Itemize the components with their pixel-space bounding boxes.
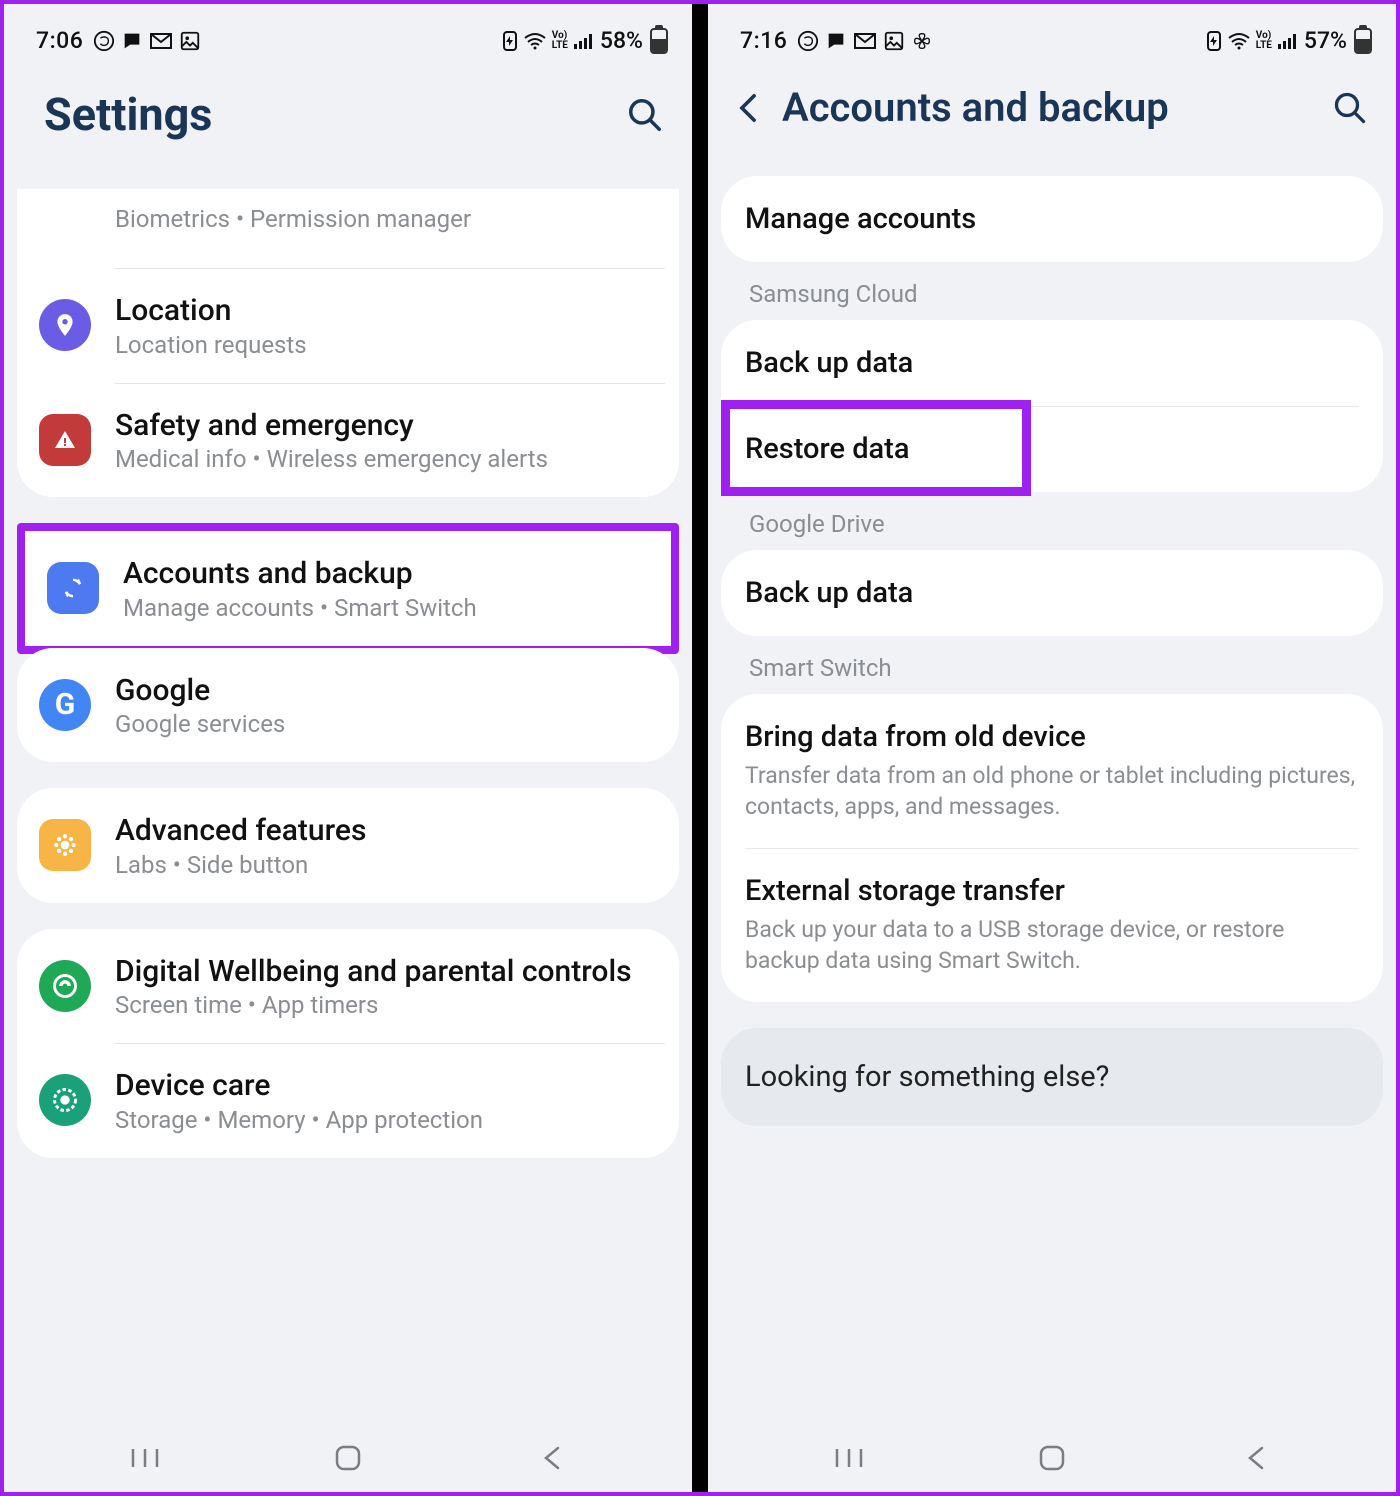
list-item-subtitle: Google services xyxy=(115,710,657,738)
highlight-accounts-backup: Accounts and backup Manage accounts • Sm… xyxy=(17,523,679,654)
wellbeing-icon xyxy=(39,960,91,1012)
page-title: Accounts and backup xyxy=(782,84,1169,131)
list-item-subtitle: Labs • Side button xyxy=(115,851,657,879)
status-time: 7:16 xyxy=(740,27,787,54)
settings-accounts-backup-row[interactable]: Accounts and backup Manage accounts • Sm… xyxy=(25,531,671,646)
android-nav-bar xyxy=(708,1424,1396,1492)
list-item-title: Digital Wellbeing and parental controls xyxy=(115,953,657,991)
bring-data-title: Bring data from old device xyxy=(745,720,1359,754)
list-item-title: Advanced features xyxy=(115,812,657,850)
settings-advanced-features-row[interactable]: Advanced features Labs • Side button xyxy=(17,788,679,903)
page-title: Settings xyxy=(44,88,212,141)
nav-recent-button[interactable] xyxy=(829,1438,869,1478)
search-button[interactable] xyxy=(1332,90,1368,126)
signal-icon xyxy=(573,32,595,50)
battery-saver-icon xyxy=(1206,30,1222,52)
external-storage-title: External storage transfer xyxy=(745,874,1359,908)
samsung-restore-row[interactable]: Restore data xyxy=(721,406,1383,492)
accounts-backup-screen: 7:16 Vo)LTE 57% Accounts and backup xyxy=(708,4,1396,1492)
settings-device-care-row[interactable]: Device care Storage • Memory • App prote… xyxy=(17,1043,679,1158)
list-item-title: Device care xyxy=(115,1067,657,1105)
battery-icon xyxy=(650,28,668,54)
google-icon: G xyxy=(39,679,91,731)
external-storage-subtitle: Back up your data to a USB storage devic… xyxy=(745,914,1359,976)
volte-icon: Vo)LTE xyxy=(552,31,568,51)
list-item-subtitle: Medical info • Wireless emergency alerts xyxy=(115,445,657,473)
section-samsung-cloud: Samsung Cloud xyxy=(721,262,1383,320)
battery-saver-icon xyxy=(502,30,518,52)
list-item-title: Location xyxy=(115,292,657,330)
list-item-subtitle: Location requests xyxy=(115,331,657,359)
battery-percent: 58% xyxy=(600,27,643,54)
photo-icon xyxy=(179,30,201,52)
nav-back-button[interactable] xyxy=(531,1438,571,1478)
settings-header: Settings xyxy=(4,58,692,189)
restore-data-label: Restore data xyxy=(745,432,909,466)
section-smart-switch: Smart Switch xyxy=(721,636,1383,694)
list-item-subtitle: Biometrics • Permission manager xyxy=(115,205,657,233)
list-item-title: Safety and emergency xyxy=(115,407,657,445)
search-button[interactable] xyxy=(626,96,664,134)
signal-icon xyxy=(1277,32,1299,50)
list-item-subtitle: Screen time • App timers xyxy=(115,991,657,1019)
accounts-backup-header: Accounts and backup xyxy=(708,58,1396,176)
list-item-subtitle: Manage accounts • Smart Switch xyxy=(123,594,649,622)
photo-icon xyxy=(883,30,905,52)
samsung-backup-row[interactable]: Back up data xyxy=(721,320,1383,406)
looking-card[interactable]: Looking for something else? xyxy=(721,1028,1383,1126)
biometrics-row-partial[interactable]: Biometrics • Permission manager xyxy=(17,189,679,268)
list-item-title: Accounts and backup xyxy=(123,555,649,593)
whatsapp-icon xyxy=(797,30,819,52)
location-icon xyxy=(39,299,91,351)
settings-safety-row[interactable]: Safety and emergency Medical info • Wire… xyxy=(17,383,679,498)
android-nav-bar xyxy=(4,1424,692,1492)
wifi-icon xyxy=(1227,32,1251,50)
nav-home-button[interactable] xyxy=(328,1438,368,1478)
manage-accounts-row[interactable]: Manage accounts xyxy=(721,176,1383,262)
list-item-subtitle: Storage • Memory • App protection xyxy=(115,1106,657,1134)
nav-recent-button[interactable] xyxy=(125,1438,165,1478)
volte-icon: Vo)LTE xyxy=(1256,31,1272,51)
device-care-icon xyxy=(39,1074,91,1126)
back-button[interactable] xyxy=(730,90,766,126)
gmail-icon xyxy=(149,32,173,50)
battery-icon xyxy=(1354,28,1372,54)
google-backup-row[interactable]: Back up data xyxy=(721,550,1383,636)
settings-location-row[interactable]: Location Location requests xyxy=(17,268,679,383)
sync-icon xyxy=(47,562,99,614)
fan-icon xyxy=(911,30,933,52)
message-icon xyxy=(825,30,847,52)
status-time: 7:06 xyxy=(36,27,83,54)
alert-icon xyxy=(39,414,91,466)
gear-flower-icon xyxy=(39,819,91,871)
split-divider xyxy=(692,4,708,1492)
list-item-title: Google xyxy=(115,672,657,710)
bring-data-subtitle: Transfer data from an old phone or table… xyxy=(745,760,1359,822)
settings-google-row[interactable]: G Google Google services xyxy=(17,648,679,763)
settings-wellbeing-row[interactable]: Digital Wellbeing and parental controls … xyxy=(17,929,679,1044)
wifi-icon xyxy=(523,32,547,50)
bring-data-row[interactable]: Bring data from old device Transfer data… xyxy=(721,694,1383,848)
settings-screen: 7:06 Vo)LTE 58% Settings xyxy=(4,4,692,1492)
external-storage-row[interactable]: External storage transfer Back up your d… xyxy=(721,848,1383,1002)
status-bar: 7:06 Vo)LTE 58% xyxy=(4,4,692,58)
gmail-icon xyxy=(853,32,877,50)
whatsapp-icon xyxy=(93,30,115,52)
message-icon xyxy=(121,30,143,52)
status-bar: 7:16 Vo)LTE 57% xyxy=(708,4,1396,58)
section-google-drive: Google Drive xyxy=(721,492,1383,550)
nav-back-button[interactable] xyxy=(1235,1438,1275,1478)
battery-percent: 57% xyxy=(1304,27,1347,54)
nav-home-button[interactable] xyxy=(1032,1438,1072,1478)
